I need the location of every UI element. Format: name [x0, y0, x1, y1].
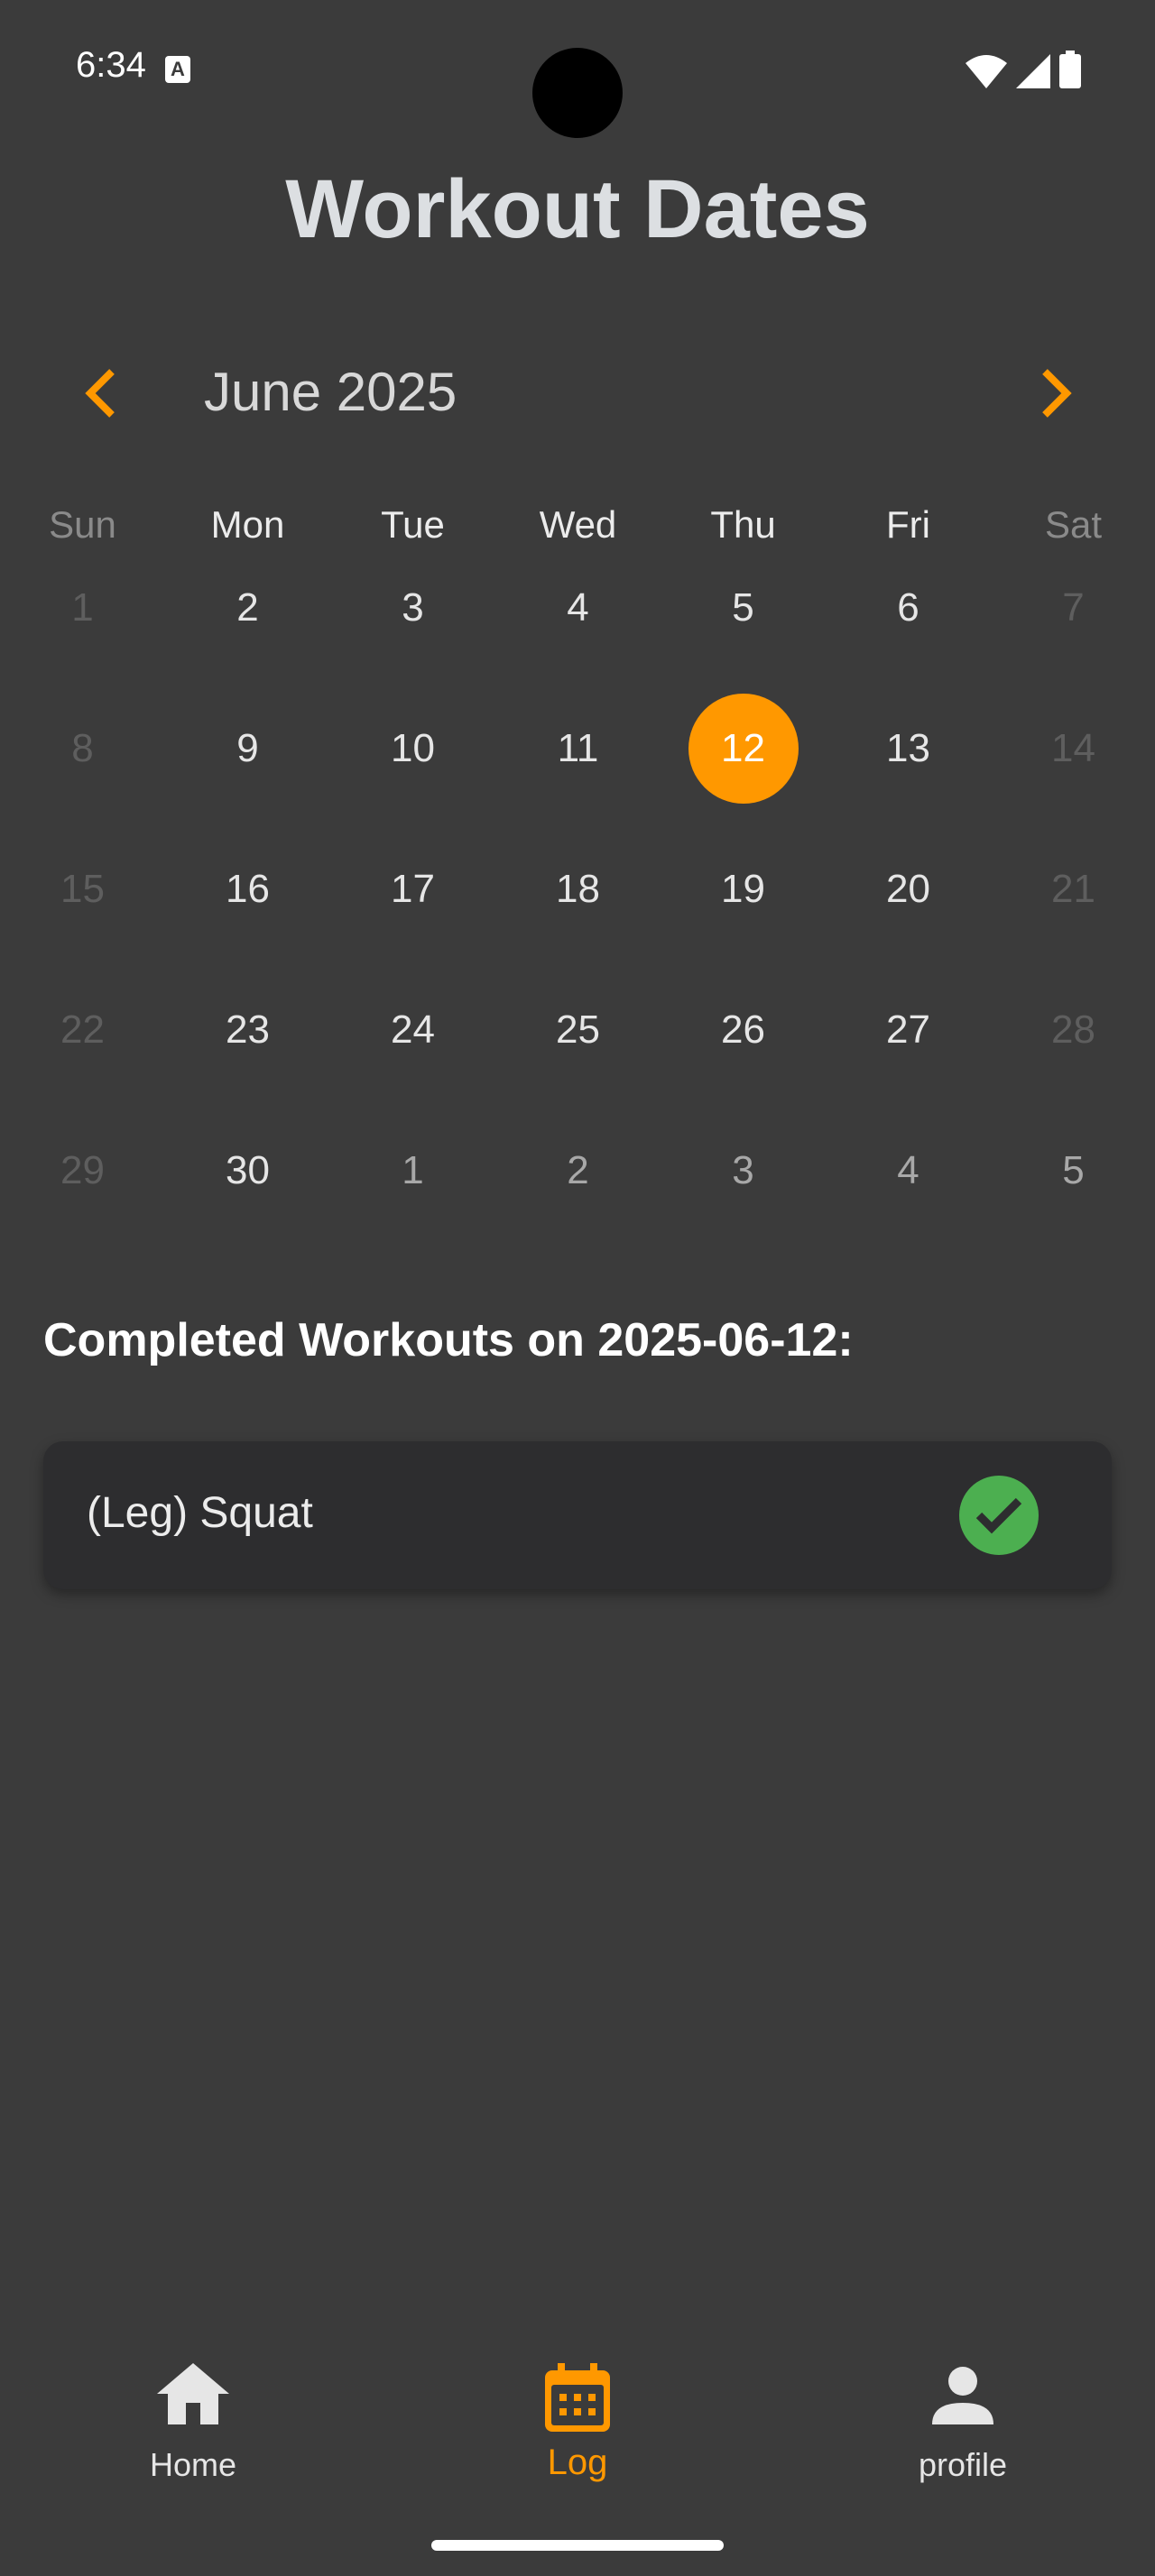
day-cell[interactable]: 27: [826, 960, 991, 1100]
day-cell[interactable]: 15: [0, 819, 165, 960]
day-cell[interactable]: 3: [330, 538, 495, 678]
status-time: 6:34: [76, 45, 146, 85]
day-cell[interactable]: 3: [661, 1100, 826, 1241]
day-cell[interactable]: 4: [495, 538, 661, 678]
day-cell[interactable]: 24: [330, 960, 495, 1100]
calendar-grid: 1 2 3 4 5 6 7 8 9 10 11 12 13 14 15 16 1…: [0, 538, 1155, 1241]
day-cell[interactable]: 9: [165, 678, 330, 819]
day-cell[interactable]: 23: [165, 960, 330, 1100]
home-icon: [157, 2363, 229, 2424]
day-cell[interactable]: 8: [0, 678, 165, 819]
day-cell[interactable]: 10: [330, 678, 495, 819]
day-cell[interactable]: 2: [165, 538, 330, 678]
day-cell[interactable]: 19: [661, 819, 826, 960]
camera-cutout: [532, 48, 623, 138]
day-cell[interactable]: 30: [165, 1100, 330, 1241]
day-cell[interactable]: 22: [0, 960, 165, 1100]
status-icons: [966, 51, 1081, 88]
check-circle-icon: [959, 1476, 1039, 1555]
signal-icon: [1016, 54, 1050, 88]
completed-workouts-title: Completed Workouts on 2025-06-12:: [43, 1314, 854, 1366]
day-cell[interactable]: 26: [661, 960, 826, 1100]
nav-log-label: Log: [547, 2443, 608, 2482]
nav-home-label: Home: [149, 2446, 237, 2483]
calendar-icon: [545, 2363, 610, 2432]
day-cell[interactable]: 13: [826, 678, 991, 819]
nav-home[interactable]: Home: [58, 2327, 328, 2507]
day-cell[interactable]: 20: [826, 819, 991, 960]
day-cell[interactable]: 14: [991, 678, 1155, 819]
workout-name: (Leg) Squat: [87, 1489, 313, 1537]
month-label: June 2025: [204, 362, 457, 422]
day-cell[interactable]: 7: [991, 538, 1155, 678]
next-month-button[interactable]: [1020, 357, 1092, 429]
day-cell[interactable]: 29: [0, 1100, 165, 1241]
day-cell[interactable]: 11: [495, 678, 661, 819]
wifi-icon: [966, 55, 1007, 88]
day-cell[interactable]: 25: [495, 960, 661, 1100]
day-cell[interactable]: 4: [826, 1100, 991, 1241]
bottom-navigation: Home Log profile: [0, 2327, 1155, 2576]
day-cell-selected[interactable]: 12: [661, 678, 826, 819]
day-cell[interactable]: 2: [495, 1100, 661, 1241]
chevron-left-icon: [85, 369, 115, 418]
day-cell[interactable]: 6: [826, 538, 991, 678]
day-cell[interactable]: 1: [330, 1100, 495, 1241]
battery-icon: [1059, 51, 1081, 88]
nav-log[interactable]: Log: [442, 2327, 713, 2507]
day-cell[interactable]: 28: [991, 960, 1155, 1100]
day-cell[interactable]: 21: [991, 819, 1155, 960]
text-a-icon: A: [165, 56, 190, 83]
home-indicator: [431, 2540, 724, 2551]
day-cell[interactable]: 16: [165, 819, 330, 960]
previous-month-button[interactable]: [65, 357, 137, 429]
page-title: Workout Dates: [285, 163, 870, 255]
day-cell[interactable]: 5: [661, 538, 826, 678]
day-cell[interactable]: 18: [495, 819, 661, 960]
selected-day: 12: [688, 694, 799, 804]
workout-card[interactable]: (Leg) Squat: [43, 1441, 1112, 1589]
day-cell[interactable]: 17: [330, 819, 495, 960]
day-cell[interactable]: 1: [0, 538, 165, 678]
chevron-right-icon: [1042, 369, 1072, 418]
nav-profile-label: profile: [918, 2446, 1008, 2483]
person-icon: [932, 2367, 993, 2424]
day-cell[interactable]: 5: [991, 1100, 1155, 1241]
nav-profile[interactable]: profile: [827, 2327, 1098, 2507]
